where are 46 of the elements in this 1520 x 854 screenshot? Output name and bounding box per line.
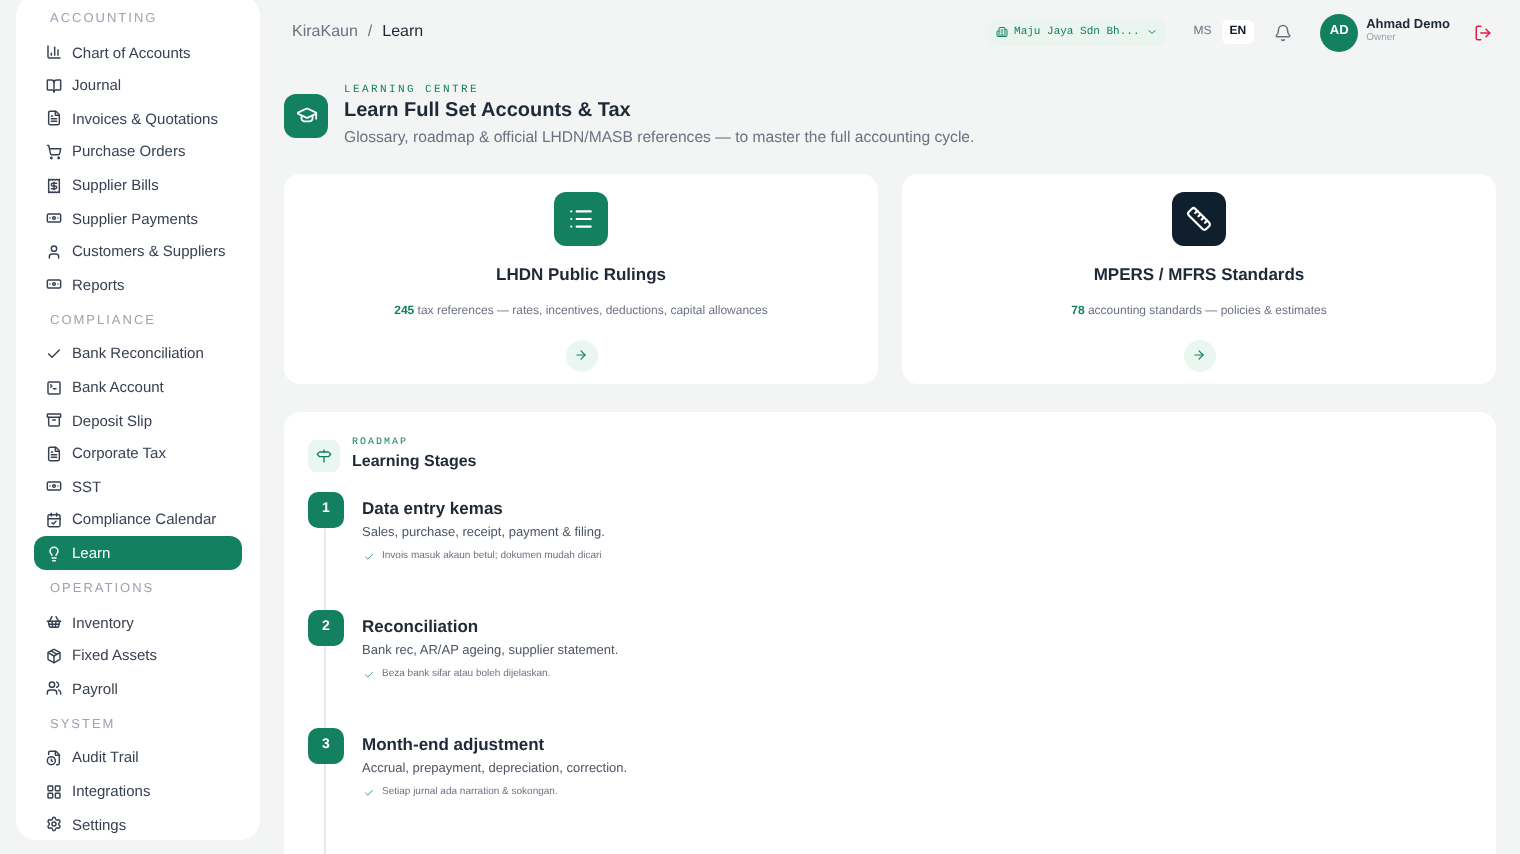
cart-icon [46, 144, 62, 161]
ruler-icon [1172, 191, 1226, 246]
signpost-icon [308, 439, 340, 472]
people-icon [46, 680, 62, 697]
check-icon [364, 552, 374, 563]
arrow-icon [1192, 348, 1206, 363]
check-icon [364, 788, 374, 799]
archive-icon [46, 412, 62, 429]
banknote-icon [46, 210, 62, 227]
lightbulb-icon [46, 545, 62, 562]
section-title: Learning Stages [352, 450, 477, 475]
banknote-icon [46, 478, 62, 495]
basket-icon [46, 614, 62, 631]
calendar-icon [46, 512, 62, 529]
open-button[interactable] [565, 339, 597, 372]
chevron-icon [1145, 26, 1158, 38]
document-icon [46, 110, 62, 127]
terminal-icon [46, 379, 62, 396]
breadcrumb-item[interactable]: Learn [382, 20, 424, 44]
book-icon [46, 77, 62, 94]
settings-icon [46, 816, 62, 833]
check-icon [46, 346, 62, 363]
arrow-icon [574, 348, 588, 363]
receipt-icon [46, 177, 62, 194]
breadcrumb-separator: / [367, 20, 373, 44]
check-icon [364, 670, 374, 681]
banknote-icon [46, 276, 62, 293]
stage-title: Reconciliation [362, 614, 481, 639]
package-icon [46, 647, 62, 664]
card-title: MPERS / MFRS Standards [1091, 261, 1307, 288]
document-icon [46, 445, 62, 462]
graduation-cap-icon [284, 93, 328, 138]
person-icon [46, 243, 62, 260]
breadcrumb-item[interactable]: KiraKaun [292, 20, 358, 44]
audit-icon [46, 749, 62, 766]
notification-icon[interactable] [1274, 23, 1293, 41]
logout-icon[interactable] [1474, 23, 1492, 41]
open-button[interactable] [1183, 339, 1215, 372]
chart-icon [46, 44, 62, 61]
stage-title: Data entry kemas [362, 496, 505, 521]
stage-title: Month-end adjustment [362, 732, 547, 757]
list-icon [554, 191, 608, 246]
grid-icon [46, 783, 62, 800]
building-icon [996, 26, 1009, 38]
card-title: LHDN Public Rulings [494, 261, 668, 288]
page-title: Learn Full Set Accounts & Tax [344, 98, 633, 127]
